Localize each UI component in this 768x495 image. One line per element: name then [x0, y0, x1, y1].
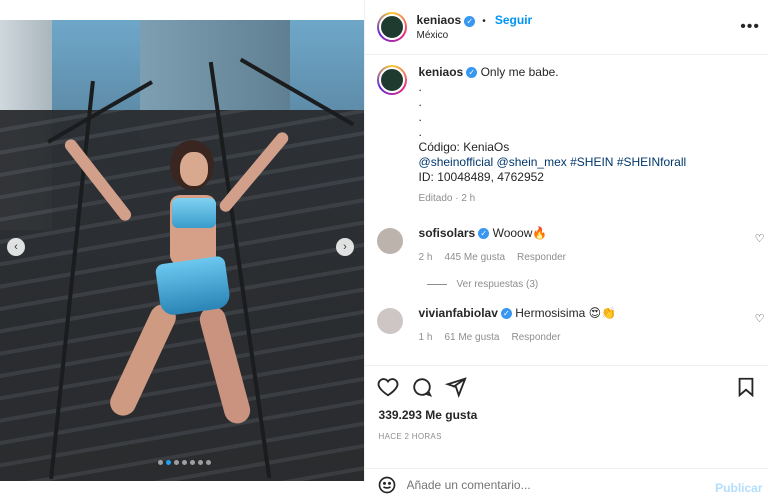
avatar[interactable]: [376, 65, 407, 95]
post-sidebar: keniaos ✓ • Seguir México ••• keniaos ✓ On…: [363, 0, 768, 495]
caption: keniaos ✓ Only me babe. . . . . Código: K…: [365, 55, 768, 206]
ellipsis-icon[interactable]: •••: [740, 18, 760, 36]
follow-button[interactable]: Seguir: [495, 13, 532, 27]
crop-top: [172, 198, 216, 228]
person-figure: [62, 129, 291, 440]
comment-text: Hermosisima 😍👏: [515, 306, 617, 320]
avatar[interactable]: [376, 308, 403, 334]
likes-count[interactable]: 339.293 Me gusta: [365, 398, 768, 422]
carousel-dots: [158, 460, 211, 465]
heart-icon[interactable]: [377, 376, 399, 398]
separator-dot: •: [482, 16, 486, 27]
mention-link[interactable]: @sheinofficial: [419, 155, 494, 169]
face: [180, 152, 208, 186]
verified-icon: ✓: [466, 67, 478, 79]
verified-icon: ✓: [500, 308, 512, 320]
carousel-dot: [166, 460, 171, 465]
avatar[interactable]: [376, 228, 403, 254]
hashtag-link[interactable]: #SHEINforall: [617, 155, 686, 169]
edited-timestamp: Editado · 2 h: [418, 193, 476, 204]
comment-body: sofisolars ✓ Wooow🔥 2 h 445 Me gusta Resp…: [419, 226, 566, 265]
comment-text: Wooow🔥: [492, 226, 548, 240]
view-replies-label[interactable]: Ver respuestas (3): [457, 279, 539, 290]
carousel-dot: [182, 460, 187, 465]
share-icon[interactable]: [444, 376, 467, 398]
caption-id: ID: 10048489, 4762952: [418, 170, 544, 184]
mention-link[interactable]: @shein_mex: [497, 155, 567, 169]
caption-username[interactable]: keniaos: [419, 65, 464, 79]
carousel-dot: [198, 460, 203, 465]
comment-body: vivianfabiolav ✓ Hermosisima 😍👏 1 h 61 Me…: [419, 306, 617, 345]
header-text: keniaos ✓ • Seguir México: [417, 13, 533, 41]
heart-icon[interactable]: ♡: [755, 232, 765, 245]
chevron-right-icon[interactable]: ›: [336, 238, 354, 256]
leg: [196, 303, 254, 427]
comment-likes[interactable]: 445 Me gusta: [444, 250, 505, 265]
comments-area: keniaos ✓ Only me babe. . . . . Código: K…: [365, 55, 768, 365]
add-comment-bar: Publicar: [364, 468, 768, 495]
carousel-dot: [174, 460, 179, 465]
comment-input[interactable]: [404, 477, 709, 493]
caption-code: Código: KeniaOs: [418, 140, 510, 154]
post-photo[interactable]: [0, 20, 364, 481]
heart-icon[interactable]: ♡: [755, 312, 765, 325]
verified-icon: ✓: [478, 228, 490, 240]
skirt: [154, 255, 232, 317]
chevron-left-icon[interactable]: ‹: [7, 238, 25, 256]
post-time: HACE 2 HORAS: [378, 432, 442, 441]
comment-time: 1 h: [418, 332, 433, 343]
comment-time: 2 h: [418, 252, 433, 263]
comment-meta: 1 h 61 Me gusta Responder: [419, 330, 617, 345]
replies-divider: [426, 284, 447, 285]
reply-button[interactable]: Responder: [517, 250, 566, 265]
caption-dot: .: [418, 80, 422, 94]
post-media: ‹ ›: [0, 0, 364, 481]
comment-item: sofisolars ✓ Wooow🔥 2 h 445 Me gusta Resp…: [365, 226, 768, 265]
instagram-post: ‹ › keniaos ✓ • Seguir México ••• keniao…: [0, 0, 768, 495]
bookmark-icon[interactable]: [735, 376, 757, 398]
caption-line: Only me babe.: [480, 65, 559, 79]
action-bar: 339.293 Me gusta HACE 2 HORAS Publicar: [364, 365, 768, 495]
comment-likes[interactable]: 61 Me gusta: [444, 330, 499, 345]
comment-meta: 2 h 445 Me gusta Responder: [419, 250, 566, 265]
comment-username[interactable]: sofisolars: [419, 226, 476, 240]
header-username[interactable]: keniaos: [417, 13, 462, 27]
post-header: keniaos ✓ • Seguir México •••: [364, 0, 768, 55]
comment-icon[interactable]: [411, 376, 433, 398]
caption-dot: .: [418, 110, 422, 124]
caption-dot: .: [418, 125, 422, 139]
caption-text: keniaos ✓ Only me babe. . . . . Código: K…: [419, 65, 687, 206]
action-icons: [365, 366, 768, 398]
hashtag-link[interactable]: #SHEIN: [570, 155, 613, 169]
carousel-dot: [190, 460, 195, 465]
reply-button[interactable]: Responder: [511, 330, 560, 345]
comment-username[interactable]: vivianfabiolav: [419, 306, 498, 320]
emoji-icon[interactable]: [377, 475, 397, 495]
comment-item: vivianfabiolav ✓ Hermosisima 😍👏 1 h 61 Me…: [365, 306, 768, 345]
carousel-dot: [158, 460, 163, 465]
caption-dot: .: [418, 95, 422, 109]
view-replies-button[interactable]: Ver respuestas (3): [426, 279, 768, 290]
location-link[interactable]: México: [417, 30, 533, 41]
carousel-dot: [206, 460, 211, 465]
avatar[interactable]: [376, 12, 407, 42]
publish-button[interactable]: Publicar: [715, 481, 762, 495]
verified-icon: ✓: [464, 15, 476, 27]
